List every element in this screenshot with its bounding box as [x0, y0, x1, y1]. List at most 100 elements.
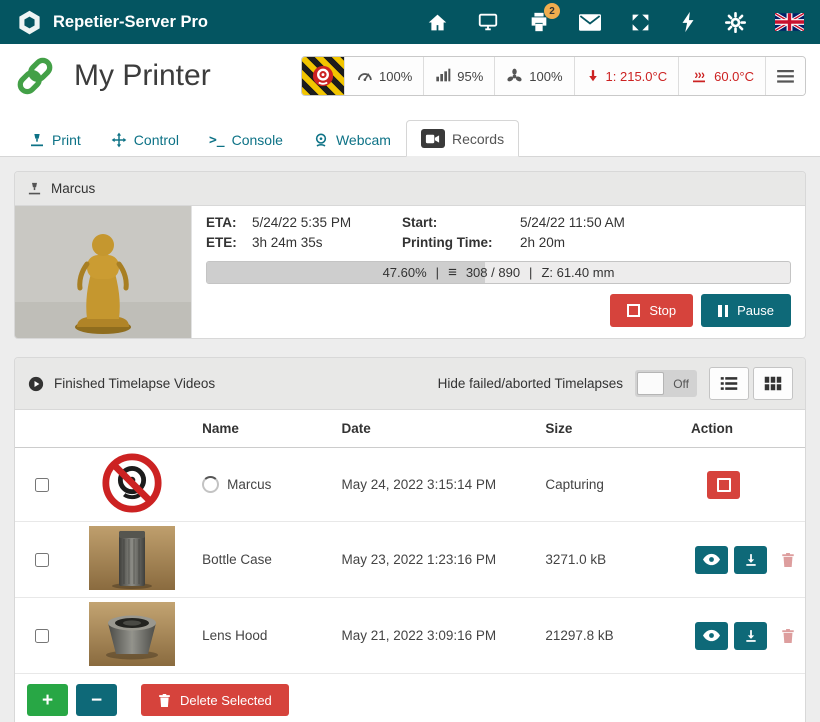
printer-queue-icon[interactable]: 2 — [528, 11, 550, 33]
printing-time-label: Printing Time: — [402, 235, 520, 250]
app-logo-icon[interactable] — [16, 9, 43, 36]
select-row-checkbox[interactable] — [35, 629, 49, 643]
no-webcam-icon — [101, 452, 163, 514]
fan-speed-button[interactable]: 100% — [494, 57, 573, 95]
timelapse-title: Finished Timelapse Videos — [54, 376, 215, 391]
video-size: Capturing — [537, 448, 683, 522]
tab-records[interactable]: Records — [406, 120, 519, 157]
timelapse-header: Finished Timelapse Videos Hide failed/ab… — [15, 358, 805, 410]
trash-icon — [781, 628, 795, 644]
deselect-all-button[interactable]: − — [76, 684, 117, 716]
table-row: Bottle Case May 23, 2022 1:23:16 PM 3271… — [15, 522, 805, 598]
table-header-row: Name Date Size Action — [15, 410, 805, 448]
job-model-thumbnail — [15, 206, 192, 338]
separator: | — [436, 265, 439, 280]
language-flag-icon[interactable] — [775, 13, 804, 31]
ete-value: 3h 24m 35s — [252, 235, 402, 250]
video-name: Bottle Case — [194, 522, 333, 598]
video-size: 21297.8 kB — [537, 598, 683, 674]
pause-print-button[interactable]: Pause — [701, 294, 791, 327]
list-view-icon — [720, 376, 738, 391]
video-date: May 23, 2022 1:23:16 PM — [334, 522, 538, 598]
quick-actions-icon[interactable] — [680, 11, 696, 33]
flow-multiplier-button[interactable]: 95% — [423, 57, 494, 95]
list-view-button[interactable] — [709, 367, 749, 400]
extruder-temp-icon — [586, 68, 600, 84]
grid-view-button[interactable] — [753, 367, 793, 400]
print-progress-bar: 47.60% | ≡ 308 / 890 | Z: 61.40 mm — [206, 261, 791, 284]
tab-console[interactable]: >_ Console — [194, 123, 298, 157]
eye-icon — [703, 629, 720, 642]
video-thumbnail — [89, 526, 175, 590]
delete-video-button[interactable] — [779, 550, 797, 570]
extruder-temp-button[interactable]: 1: 215.0°C — [574, 57, 679, 95]
start-value: 5/24/22 11:50 AM — [520, 215, 791, 230]
tab-webcam[interactable]: Webcam — [298, 123, 406, 157]
progress-text: 47.60% | ≡ 308 / 890 | Z: 61.40 mm — [207, 262, 790, 283]
progress-percent: 47.60% — [383, 265, 427, 280]
video-date: May 21, 2022 3:09:16 PM — [334, 598, 538, 674]
monitor-icon[interactable] — [477, 11, 499, 33]
timelapse-table: Name Date Size Action — [15, 410, 805, 674]
col-name: Name — [194, 410, 333, 448]
preview-video-button[interactable] — [695, 546, 728, 574]
eta-value: 5/24/22 5:35 PM — [252, 215, 402, 230]
home-icon[interactable] — [427, 12, 448, 33]
col-action: Action — [683, 410, 805, 448]
trash-icon — [158, 693, 171, 708]
tab-control[interactable]: Control — [96, 123, 194, 157]
capturing-spinner-icon — [202, 476, 219, 493]
stop-print-button[interactable]: Stop — [610, 294, 693, 327]
download-video-button[interactable] — [734, 546, 767, 574]
tab-print[interactable]: Print — [14, 123, 96, 157]
select-row-checkbox[interactable] — [35, 553, 49, 567]
play-circle-icon — [27, 375, 45, 393]
fullscreen-icon[interactable] — [630, 12, 651, 33]
stop-capture-icon — [717, 478, 731, 492]
extruder-temp-value: 1: 215.0°C — [606, 69, 668, 84]
hamburger-menu-icon — [777, 70, 794, 83]
delete-selected-button[interactable]: Delete Selected — [141, 684, 289, 716]
layer-counter: 308 / 890 — [466, 265, 520, 280]
timelapse-panel: Finished Timelapse Videos Hide failed/ab… — [14, 357, 806, 722]
select-row-checkbox[interactable] — [35, 478, 49, 492]
speed-multiplier-button[interactable]: 100% — [344, 57, 423, 95]
hide-failed-label: Hide failed/aborted Timelapses — [438, 376, 623, 391]
delete-video-button[interactable] — [779, 626, 797, 646]
settings-gear-icon[interactable] — [725, 12, 746, 33]
download-icon — [744, 629, 758, 643]
col-date: Date — [334, 410, 538, 448]
job-info-grid: ETA: 5/24/22 5:35 PM Start: 5/24/22 11:5… — [206, 215, 791, 250]
preview-video-button[interactable] — [695, 622, 728, 650]
navbar: Repetier-Server Pro 2 — [0, 0, 820, 44]
plus-icon: + — [42, 691, 53, 710]
layers-icon: ≡ — [448, 265, 457, 280]
download-video-button[interactable] — [734, 622, 767, 650]
flow-value: 95% — [457, 69, 483, 84]
table-row: Lens Hood May 21, 2022 3:09:16 PM 21297.… — [15, 598, 805, 674]
grid-view-icon — [764, 376, 782, 391]
bed-temp-button[interactable]: 60.0°C — [678, 57, 765, 95]
speed-value: 100% — [379, 69, 412, 84]
video-thumbnail — [89, 602, 175, 666]
navbar-icons: 2 — [427, 11, 804, 33]
printer-title: My Printer — [74, 59, 211, 93]
separator: | — [529, 265, 532, 280]
select-all-button[interactable]: + — [27, 684, 68, 716]
printer-tabs: Print Control >_ Console Webcam Records — [0, 108, 820, 157]
webcam-status-button[interactable] — [302, 57, 344, 95]
hide-failed-toggle[interactable]: Off — [635, 370, 697, 397]
bed-temp-value: 60.0°C — [714, 69, 754, 84]
content-area: Marcus ETA: 5/24/22 5:35 PM Start: — [0, 157, 820, 722]
video-date: May 24, 2022 3:15:14 PM — [334, 448, 538, 522]
printer-menu-button[interactable] — [765, 57, 805, 95]
webcam-icon — [313, 132, 329, 148]
pause-icon — [718, 305, 728, 317]
move-arrows-icon — [111, 132, 127, 148]
col-size: Size — [537, 410, 683, 448]
brand-title[interactable]: Repetier-Server Pro — [53, 13, 208, 32]
stop-capture-button[interactable] — [707, 471, 740, 499]
messages-icon[interactable] — [579, 14, 601, 31]
fan-value: 100% — [529, 69, 562, 84]
notification-badge: 2 — [544, 3, 560, 19]
